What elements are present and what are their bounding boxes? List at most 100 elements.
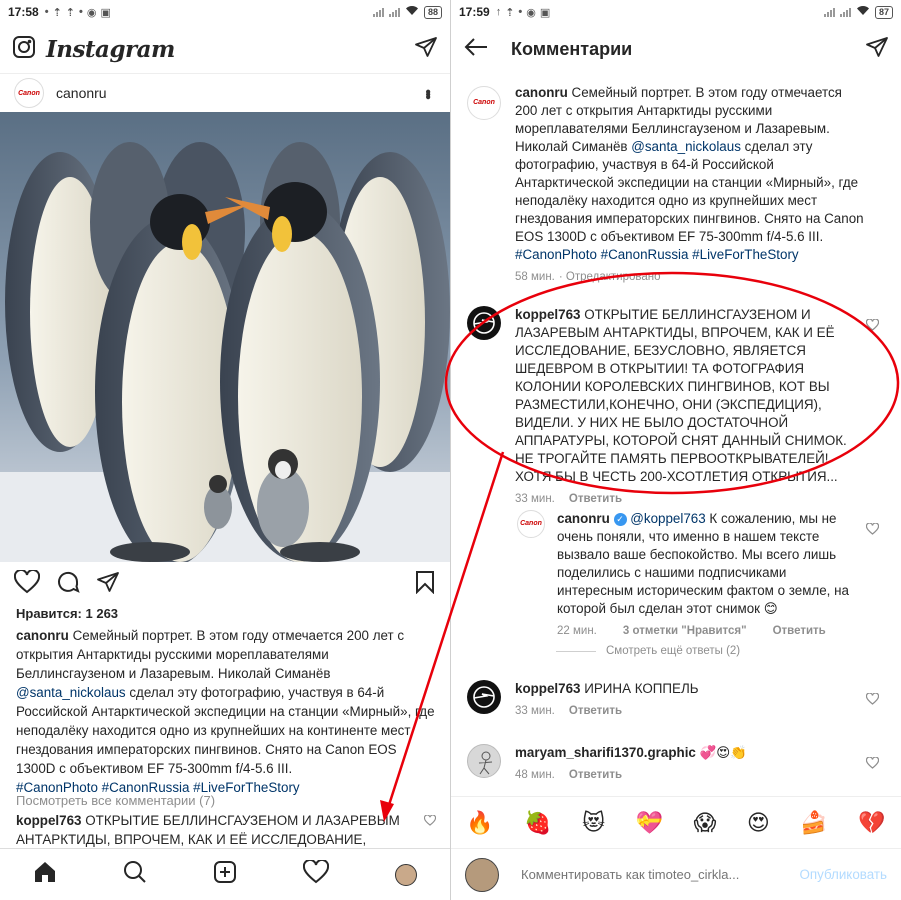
back-arrow-icon[interactable]: [463, 36, 489, 63]
opel-logo-icon: [473, 312, 495, 334]
comment-like-icon[interactable]: [423, 813, 437, 831]
view-more-replies-label[interactable]: Смотреть ещё ответы (2): [606, 645, 740, 657]
penguin-photo: [0, 112, 450, 567]
profile-avatar[interactable]: [395, 863, 417, 886]
heart-eyes-emoji-button[interactable]: 😍: [747, 810, 770, 836]
reply-button[interactable]: Ответить: [773, 622, 826, 640]
notification-icons: ↑ ⇡ • ◉ ▣: [496, 6, 551, 19]
reply-button[interactable]: Ответить: [569, 766, 622, 784]
comment-hashtags[interactable]: #CanonPhoto #CanonRussia #LiveForTheStor…: [515, 247, 799, 262]
edited-label: · Отредактировано: [558, 271, 661, 283]
new-post-icon[interactable]: [213, 860, 237, 889]
caption-mention[interactable]: @santa_nickolaus: [16, 685, 126, 700]
caption-username[interactable]: canonru: [16, 628, 69, 643]
reply-item: Canon canonru ✓ @koppel763 К сожалению, …: [451, 506, 901, 637]
dot-icon: •: [44, 5, 49, 18]
direct-message-icon[interactable]: [414, 35, 438, 64]
notification-icons: • ⇡ ⇡ • ◉ ▣: [45, 6, 111, 19]
comment-like-icon[interactable]: [865, 692, 880, 710]
signal-icon: [839, 7, 851, 17]
comment-time: 48 мин.: [515, 769, 555, 781]
comment-item: koppel763 ОТКРЫТИЕ БЕЛЛИНСГАУЗЕНОМ И ЛАЗ…: [451, 300, 901, 505]
comment-username[interactable]: koppel763: [515, 307, 581, 322]
comment-like-icon[interactable]: [865, 756, 880, 774]
bottom-navigation: [0, 848, 450, 900]
share-icon[interactable]: [96, 570, 120, 599]
comment-username[interactable]: maryam_sharifi1370.graphic: [515, 745, 696, 760]
camera-icon[interactable]: [12, 35, 36, 64]
broken-heart-emoji-button[interactable]: 💔: [858, 810, 885, 836]
app-icon: ▣: [539, 6, 551, 19]
avatar: [465, 857, 499, 892]
heart-eyes-cat-emoji-button[interactable]: 😻: [582, 810, 605, 836]
comment-mention[interactable]: @santa_nickolaus: [631, 139, 741, 154]
avatar[interactable]: [467, 744, 501, 778]
comment-like-icon[interactable]: [865, 318, 880, 336]
up-arrow-icon: ↑: [495, 5, 502, 18]
comment-item: koppel763 ИРИНА КОППЕЛЬ 33 мин. Ответить: [451, 676, 901, 726]
quick-emoji-bar: 🔥 🍓 😻 💝 😱 😍 🍰 💔: [451, 796, 901, 848]
comment-text: ИРИНА КОППЕЛЬ: [580, 681, 699, 696]
comment-username[interactable]: canonru: [515, 85, 568, 100]
upload-icon: ⇡: [505, 6, 515, 19]
post-caption: canonru Семейный портрет. В этом году от…: [16, 626, 436, 797]
caption-text: Семейный портрет. В этом году отмечается…: [16, 628, 405, 681]
sketch-avatar-icon: [478, 751, 493, 775]
post-actions: [0, 568, 450, 600]
post-photo[interactable]: [0, 112, 450, 567]
like-icon[interactable]: [13, 568, 41, 599]
upload-icon: ⇡: [52, 6, 62, 19]
instagram-feed-screen: 17:58 • ⇡ ⇡ • ◉ ▣ 88 Instagram Canon can…: [0, 0, 450, 900]
view-more-replies-link[interactable]: Смотреть ещё ответы (2): [556, 645, 740, 657]
wifi-icon: [405, 5, 419, 19]
dot-icon: •: [518, 5, 523, 18]
comment-icon[interactable]: [56, 570, 80, 599]
comment-username[interactable]: koppel763: [16, 813, 82, 828]
scream-emoji-button[interactable]: 😱: [693, 810, 716, 836]
strawberry-emoji-button[interactable]: 🍓: [524, 810, 551, 836]
fire-emoji-button[interactable]: 🔥: [466, 810, 493, 836]
upload-icon: ⇡: [65, 6, 75, 19]
avatar[interactable]: [467, 680, 501, 714]
signal-icon: [372, 7, 384, 17]
direct-message-icon[interactable]: [865, 35, 889, 64]
status-bar: 17:58 • ⇡ ⇡ • ◉ ▣ 88: [0, 0, 450, 24]
comment-username[interactable]: koppel763: [515, 681, 581, 696]
more-options-icon[interactable]: •••: [418, 89, 436, 97]
comment-like-icon[interactable]: [865, 522, 880, 540]
view-all-comments-link[interactable]: Посмотреть все комментарии (7): [16, 793, 215, 808]
cake-emoji-button[interactable]: 🍰: [800, 810, 827, 836]
avatar[interactable]: Canon: [467, 86, 501, 120]
signal-icon: [388, 7, 400, 17]
search-icon[interactable]: [123, 860, 147, 889]
reply-button[interactable]: Ответить: [569, 702, 622, 720]
comment-input[interactable]: [521, 867, 771, 882]
circle-icon: ◉: [526, 6, 536, 19]
likes-count[interactable]: Нравится: 1 263: [16, 606, 118, 621]
status-time: 17:58: [8, 5, 39, 19]
status-bar: 17:59 ↑ ⇡ • ◉ ▣ 87: [451, 0, 901, 24]
publish-button[interactable]: Опубликовать: [799, 867, 887, 882]
status-time: 17:59: [459, 5, 490, 19]
gift-heart-emoji-button[interactable]: 💝: [636, 810, 663, 836]
wifi-icon: [856, 5, 870, 19]
app-logo: Instagram: [46, 36, 175, 63]
verified-badge-icon: ✓: [613, 512, 627, 526]
comment-mention[interactable]: @koppel763: [630, 511, 705, 526]
opel-logo-icon: [473, 686, 495, 708]
post-username[interactable]: canonru: [56, 85, 107, 101]
divider-line: [556, 650, 596, 652]
activity-icon[interactable]: [302, 858, 330, 889]
home-icon[interactable]: [33, 860, 57, 889]
bookmark-icon[interactable]: [414, 570, 436, 599]
app-header: Instagram: [0, 26, 450, 74]
avatar[interactable]: [467, 306, 501, 340]
comment-username[interactable]: canonru: [557, 511, 610, 526]
page-title: Комментарии: [511, 38, 633, 59]
avatar[interactable]: Canon: [14, 78, 44, 108]
battery-icon: 87: [874, 5, 893, 19]
avatar[interactable]: Canon: [517, 510, 545, 538]
comment-composer: Опубликовать: [451, 848, 901, 900]
comment-likes-count[interactable]: 3 отметки "Нравится": [623, 622, 747, 640]
post-header: Canon canonru •••: [0, 74, 450, 112]
